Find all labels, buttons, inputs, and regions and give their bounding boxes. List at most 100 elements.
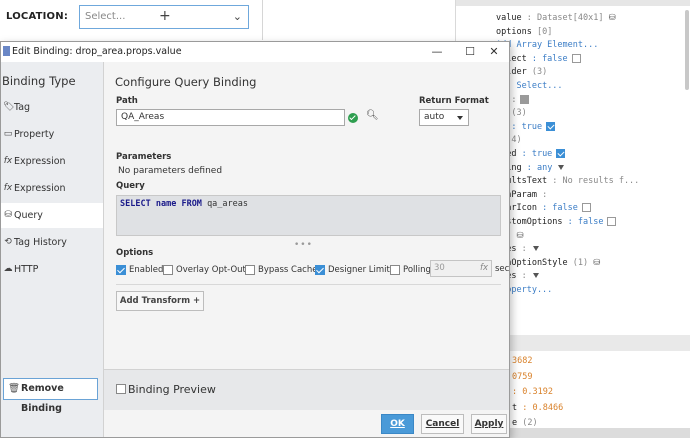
sidebar-item-query[interactable]: ⛁ Query xyxy=(1,203,103,228)
props-header xyxy=(456,0,690,6)
chevron-down-icon[interactable] xyxy=(532,246,539,252)
path-input[interactable]: QA_Areas xyxy=(116,109,345,126)
prop-checkbox[interactable] xyxy=(556,149,566,158)
prop-row[interactable]: learIcon : false xyxy=(496,201,591,215)
ok-button[interactable]: OK xyxy=(381,414,414,434)
sidebar-item-tag[interactable]: 🏷 Tag xyxy=(1,95,103,120)
prop-row[interactable]: esultsText : No results f... xyxy=(496,174,639,188)
prop-value[interactable]: : true xyxy=(522,149,553,159)
prop-value[interactable]: : xyxy=(511,95,516,105)
enabled-label: Enabled xyxy=(129,265,164,275)
prop-row[interactable]: value : Dataset[40x1] ⛁ xyxy=(496,11,616,25)
prop-checkbox[interactable] xyxy=(581,203,591,213)
prop-value[interactable]: : false xyxy=(532,54,568,64)
sql-keyword: FROM xyxy=(181,199,202,209)
sidebar-item-property[interactable]: ▭ Property xyxy=(1,122,103,147)
prop-value[interactable]: : 0.3192 xyxy=(512,387,553,397)
dropdown-placeholder: Select... xyxy=(85,11,126,22)
prop-row[interactable]: Add Array Element... xyxy=(496,38,598,52)
prop-row[interactable]: t : 0.8466 xyxy=(512,401,563,415)
binding-type-sidebar: Binding Type 🏷 Tag ▭ Property fx Express… xyxy=(1,62,104,437)
fx-icon[interactable]: fx xyxy=(480,261,488,276)
enabled-checkbox[interactable] xyxy=(116,264,126,275)
history-icon: ⟲ xyxy=(4,237,12,247)
prop-value[interactable]: (1) xyxy=(573,258,588,268)
color-swatch[interactable] xyxy=(520,94,530,104)
prop-value[interactable]: : 0.8466 xyxy=(522,403,563,413)
enabled-option[interactable]: Enabled xyxy=(116,264,163,276)
options-label: Options xyxy=(116,248,154,258)
prop-checkbox[interactable] xyxy=(607,217,617,226)
prop-value[interactable]: : xyxy=(522,244,527,254)
designer-limit-checkbox[interactable] xyxy=(315,264,325,275)
prop-value[interactable]: [0] xyxy=(537,27,552,37)
apply-button[interactable]: Apply xyxy=(471,414,507,434)
overlay-option[interactable]: Overlay Opt-Out xyxy=(163,264,246,276)
return-format-label: Return Format xyxy=(419,96,489,106)
bypass-cache-checkbox[interactable] xyxy=(245,264,255,275)
prop-value[interactable]: : xyxy=(522,271,527,281)
expression-icon: fx xyxy=(3,156,13,166)
prop-checkbox[interactable] xyxy=(546,121,556,131)
prop-value[interactable]: : any xyxy=(527,163,553,173)
chevron-down-icon[interactable] xyxy=(558,164,565,170)
prop-row[interactable]: options [0] xyxy=(496,25,552,39)
designer-limit-option[interactable]: Designer Limit xyxy=(315,264,390,276)
polling-option[interactable]: Polling xyxy=(390,264,431,276)
dialog-titlebar[interactable]: Edit Binding: drop_area.props.value — ☐ … xyxy=(1,42,509,63)
prop-value[interactable]: : No results f... xyxy=(552,176,639,186)
chevron-down-icon[interactable] xyxy=(532,273,539,279)
sidebar-item-tag-history[interactable]: ⟲ Tag History xyxy=(1,230,103,255)
close-button[interactable]: ✕ xyxy=(479,43,509,61)
parameters-label: Parameters xyxy=(116,152,172,162)
prop-value[interactable]: Add Array Element... xyxy=(496,40,598,50)
minimize-button[interactable]: — xyxy=(422,43,452,61)
database-icon: ⛁ xyxy=(4,210,12,220)
sidebar-item-http[interactable]: ☁ HTTP xyxy=(1,257,103,282)
polling-label: Polling xyxy=(403,265,431,275)
prop-value[interactable]: 3682 xyxy=(512,356,532,366)
overlay-checkbox[interactable] xyxy=(163,264,173,275)
search-icon[interactable]: 🔍︎ xyxy=(366,110,379,121)
prop-value[interactable]: : Select... xyxy=(506,81,562,91)
prop-value[interactable]: 0759 xyxy=(512,372,532,382)
remove-binding-button[interactable]: 🗑 Remove Binding xyxy=(3,378,98,414)
binding-icon[interactable]: ⛁ xyxy=(511,231,523,241)
polling-checkbox[interactable] xyxy=(390,264,400,275)
prop-value[interactable]: : true xyxy=(511,122,542,132)
path-label: Path xyxy=(116,96,138,106)
prop-value[interactable]: : false xyxy=(568,217,604,227)
props-scrollbar[interactable] xyxy=(685,10,689,90)
prop-row[interactable]: : 0.3192 xyxy=(512,385,553,399)
remove-binding-label: Remove Binding xyxy=(21,383,64,414)
sidebar-item-expression-structure[interactable]: fx Expression Structure xyxy=(1,176,103,219)
add-transform-button[interactable]: Add Transform + xyxy=(116,291,204,311)
return-format-value: auto xyxy=(424,112,445,122)
query-editor[interactable]: SELECT name FROM qa_areas xyxy=(116,195,501,236)
prop-value[interactable]: : Dataset[40x1] xyxy=(527,13,604,23)
prop-name: value xyxy=(496,13,527,23)
prop-value[interactable]: (3) xyxy=(511,108,526,118)
prop-row[interactable]: 0759 xyxy=(512,370,532,384)
sidebar-item-expression[interactable]: fx Expression xyxy=(1,149,103,174)
location-label: LOCATION: xyxy=(6,11,69,22)
prop-value[interactable]: (2) xyxy=(522,418,537,428)
prop-value[interactable]: : xyxy=(542,190,547,200)
prop-value[interactable]: : false xyxy=(542,203,578,213)
binding-preview-bar: Binding Preview xyxy=(104,369,509,411)
binding-icon[interactable]: ⛁ xyxy=(603,13,616,23)
prop-row[interactable]: CustomOptions : false xyxy=(496,215,617,229)
prop-value[interactable]: (3) xyxy=(532,67,547,77)
prop-row[interactable]: 3682 xyxy=(512,354,532,368)
return-format-select[interactable]: auto xyxy=(419,109,469,126)
polling-rate-input[interactable]: 30 fx xyxy=(430,260,492,277)
move-icon: + xyxy=(159,8,171,24)
binding-preview-checkbox[interactable] xyxy=(116,384,126,394)
binding-icon[interactable]: ⛁ xyxy=(588,258,600,268)
location-dropdown[interactable]: Select... + ⌄ xyxy=(79,5,249,29)
prop-checkbox[interactable] xyxy=(571,53,581,63)
prop-row[interactable]: ownOptionStyle (1) ⛁ xyxy=(496,256,600,270)
cancel-button[interactable]: Cancel xyxy=(421,414,464,434)
bypass-cache-option[interactable]: Bypass Cache xyxy=(245,264,317,276)
resize-handle[interactable]: ••• xyxy=(294,240,313,250)
